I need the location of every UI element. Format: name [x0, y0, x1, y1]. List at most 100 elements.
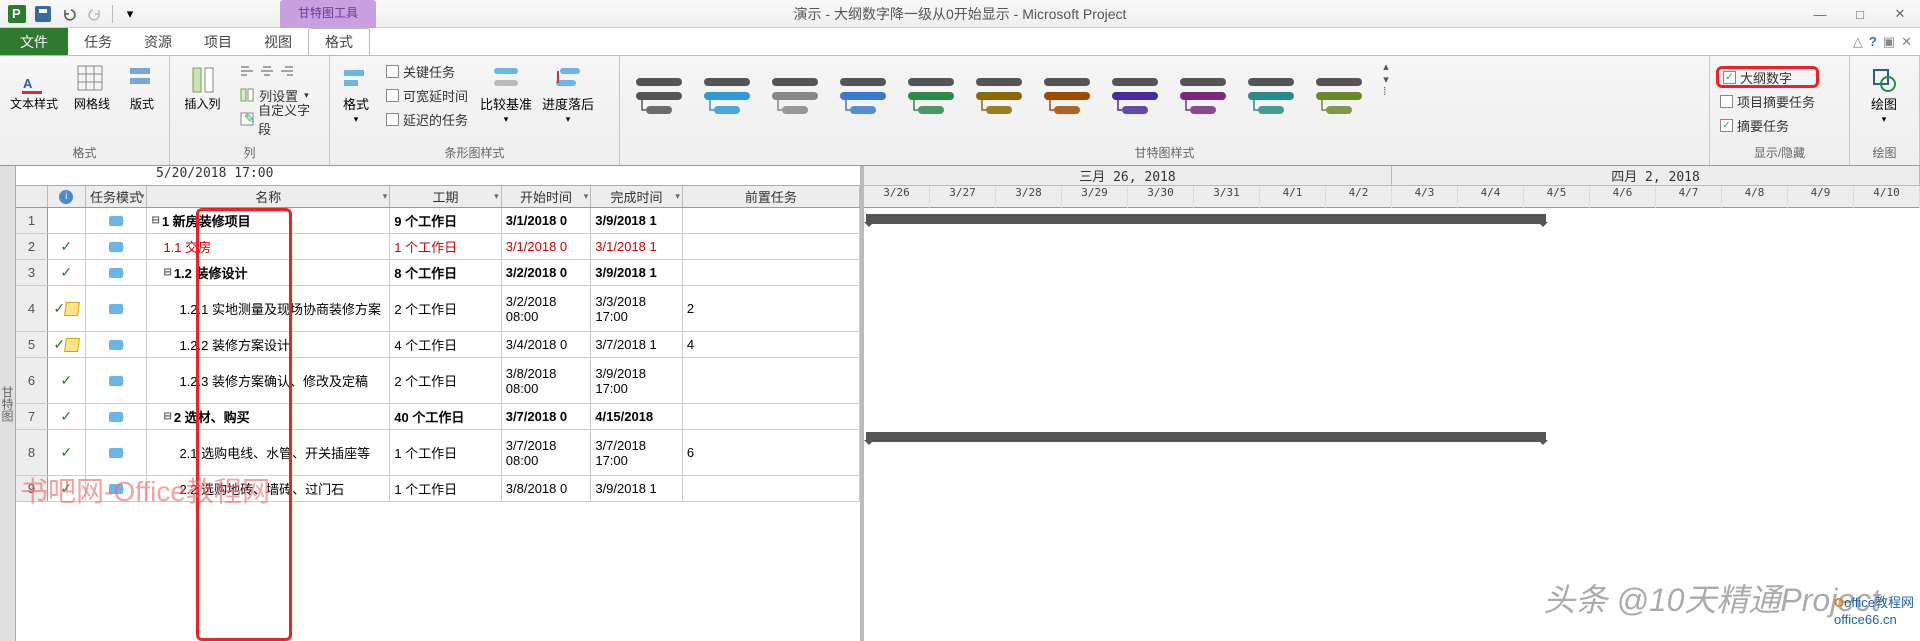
view-side-label[interactable]: 甘特图 [0, 166, 16, 641]
task-name-cell[interactable]: 1.2.1 实地测量及现场协商装修方案 [147, 286, 390, 331]
row-number[interactable]: 6 [16, 358, 48, 403]
task-name-cell[interactable]: ⊟1.2 装修设计 [147, 260, 390, 285]
task-row[interactable]: 3✓⊟1.2 装修设计8 个工作日3/2/2018 03/9/2018 1 [16, 260, 860, 286]
task-row[interactable]: 5✓ 1.2.2 装修方案设计4 个工作日3/4/2018 03/7/2018 … [16, 332, 860, 358]
start-cell[interactable]: 3/7/2018 08:00 [502, 430, 592, 475]
task-name-cell[interactable]: 1.2.2 装修方案设计 [147, 332, 390, 357]
header-finish[interactable]: 完成时间▾ [591, 186, 683, 207]
tab-view[interactable]: 视图 [248, 28, 308, 55]
header-indicators[interactable]: i [48, 186, 86, 207]
finish-cell[interactable]: 3/7/2018 1 [591, 332, 683, 357]
slack-checkbox[interactable]: 可宽延时间 [382, 84, 472, 106]
save-icon[interactable] [32, 3, 54, 25]
start-cell[interactable]: 3/2/2018 08:00 [502, 286, 592, 331]
finish-cell[interactable]: 3/9/2018 1 [591, 476, 683, 501]
row-number[interactable]: 3 [16, 260, 48, 285]
app-icon[interactable]: P [6, 3, 28, 25]
duration-cell[interactable]: 8 个工作日 [390, 260, 501, 285]
finish-cell[interactable]: 3/3/2018 17:00 [591, 286, 683, 331]
predecessor-cell[interactable] [683, 260, 860, 285]
custom-fields-button[interactable]: ✎ 自定义字段 [235, 108, 323, 130]
ribbon-minimize-icon[interactable]: △ [1853, 34, 1863, 50]
task-name-cell[interactable]: ⊟1 新房装修项目 [147, 208, 390, 233]
task-name-cell[interactable]: 2.1 选购电线、水管、开关插座等 [147, 430, 390, 475]
predecessor-cell[interactable]: 6 [683, 430, 860, 475]
gantt-style-swatch[interactable] [970, 72, 1028, 122]
gridlines-button[interactable]: 网格线 [68, 60, 116, 115]
gallery-more-button[interactable]: ▴▾⁞ [1378, 60, 1394, 98]
predecessor-cell[interactable] [683, 208, 860, 233]
finish-cell[interactable]: 3/1/2018 1 [591, 234, 683, 259]
task-mode-cell[interactable] [86, 208, 148, 233]
task-mode-cell[interactable] [86, 286, 148, 331]
duration-cell[interactable]: 4 个工作日 [390, 332, 501, 357]
finish-cell[interactable]: 3/9/2018 17:00 [591, 358, 683, 403]
header-start[interactable]: 开始时间▾ [502, 186, 592, 207]
task-row[interactable]: 4✓ 1.2.1 实地测量及现场协商装修方案2 个工作日3/2/2018 08:… [16, 286, 860, 332]
header-task-mode[interactable]: 任务模式▾ [86, 186, 148, 207]
finish-cell[interactable]: 3/7/2018 17:00 [591, 430, 683, 475]
start-cell[interactable]: 3/2/2018 0 [502, 260, 592, 285]
task-mode-cell[interactable] [86, 404, 148, 429]
task-name-cell[interactable]: 1.1 交房 [147, 234, 390, 259]
gantt-style-swatch[interactable] [1242, 72, 1300, 122]
gantt-style-swatch[interactable] [766, 72, 824, 122]
close-button[interactable]: ✕ [1880, 0, 1920, 28]
task-row[interactable]: 2✓1.1 交房1 个工作日3/1/2018 03/1/2018 1 [16, 234, 860, 260]
gantt-style-swatch[interactable] [630, 72, 688, 122]
format-dropdown-button[interactable]: 格式▾ [336, 60, 376, 129]
text-styles-button[interactable]: A 文本样式 [6, 60, 62, 115]
late-tasks-checkbox[interactable]: 延迟的任务 [382, 108, 472, 130]
gantt-style-swatch[interactable] [1038, 72, 1096, 122]
task-mode-cell[interactable] [86, 430, 148, 475]
gantt-style-swatch[interactable] [902, 72, 960, 122]
task-row[interactable]: 1⊟1 新房装修项目9 个工作日3/1/2018 03/9/2018 1 [16, 208, 860, 234]
duration-cell[interactable]: 2 个工作日 [390, 358, 501, 403]
task-mode-cell[interactable] [86, 234, 148, 259]
help-icon[interactable]: ? [1869, 34, 1877, 49]
task-mode-cell[interactable] [86, 260, 148, 285]
duration-cell[interactable]: 2 个工作日 [390, 286, 501, 331]
redo-icon[interactable] [84, 3, 106, 25]
header-rownum[interactable] [16, 186, 48, 207]
insert-column-button[interactable]: 插入列 [176, 60, 229, 115]
file-tab[interactable]: 文件 [0, 28, 68, 55]
finish-cell[interactable]: 3/9/2018 1 [591, 208, 683, 233]
task-grid[interactable]: 1⊟1 新房装修项目9 个工作日3/1/2018 03/9/2018 12✓1.… [16, 208, 860, 641]
task-mode-cell[interactable] [86, 476, 148, 501]
tab-format[interactable]: 格式 [308, 28, 370, 55]
finish-cell[interactable]: 4/15/2018 [591, 404, 683, 429]
start-cell[interactable]: 3/1/2018 0 [502, 234, 592, 259]
summary-tasks-checkbox[interactable]: ✓摘要任务 [1716, 114, 1819, 136]
header-name[interactable]: 名称▾ [147, 186, 390, 207]
maximize-button[interactable]: □ [1840, 0, 1880, 28]
collapse-icon[interactable]: ⊟ [151, 215, 159, 226]
task-row[interactable]: 8✓2.1 选购电线、水管、开关插座等1 个工作日3/7/2018 08:003… [16, 430, 860, 476]
header-duration[interactable]: 工期▾ [390, 186, 501, 207]
baseline-button[interactable]: 比较基准▾ [478, 60, 534, 129]
task-name-cell[interactable]: 1.2.3 装修方案确认、修改及定稿 [147, 358, 390, 403]
qat-customize-icon[interactable]: ▾ [119, 3, 141, 25]
gantt-style-swatch[interactable] [1174, 72, 1232, 122]
start-cell[interactable]: 3/1/2018 0 [502, 208, 592, 233]
task-name-cell[interactable]: 2.2 选购地砖、墙砖、过门石 [147, 476, 390, 501]
gantt-style-swatch[interactable] [698, 72, 756, 122]
row-number[interactable]: 2 [16, 234, 48, 259]
duration-cell[interactable]: 9 个工作日 [390, 208, 501, 233]
gantt-style-swatch[interactable] [1310, 72, 1368, 122]
duration-cell[interactable]: 1 个工作日 [390, 234, 501, 259]
tab-resource[interactable]: 资源 [128, 28, 188, 55]
predecessor-cell[interactable] [683, 234, 860, 259]
row-number[interactable]: 5 [16, 332, 48, 357]
outline-number-checkbox[interactable]: ✓大纲数字 [1716, 66, 1819, 88]
finish-cell[interactable]: 3/9/2018 1 [591, 260, 683, 285]
predecessor-cell[interactable] [683, 358, 860, 403]
drawing-button[interactable]: 绘图▾ [1856, 60, 1912, 129]
predecessor-cell[interactable] [683, 476, 860, 501]
duration-cell[interactable]: 1 个工作日 [390, 476, 501, 501]
window-restore-icon[interactable]: ▣ [1883, 34, 1895, 50]
gantt-style-swatch[interactable] [1106, 72, 1164, 122]
row-number[interactable]: 7 [16, 404, 48, 429]
predecessor-cell[interactable]: 2 [683, 286, 860, 331]
task-row[interactable]: 7✓⊟2 选材、购买40 个工作日3/7/2018 04/15/2018 [16, 404, 860, 430]
